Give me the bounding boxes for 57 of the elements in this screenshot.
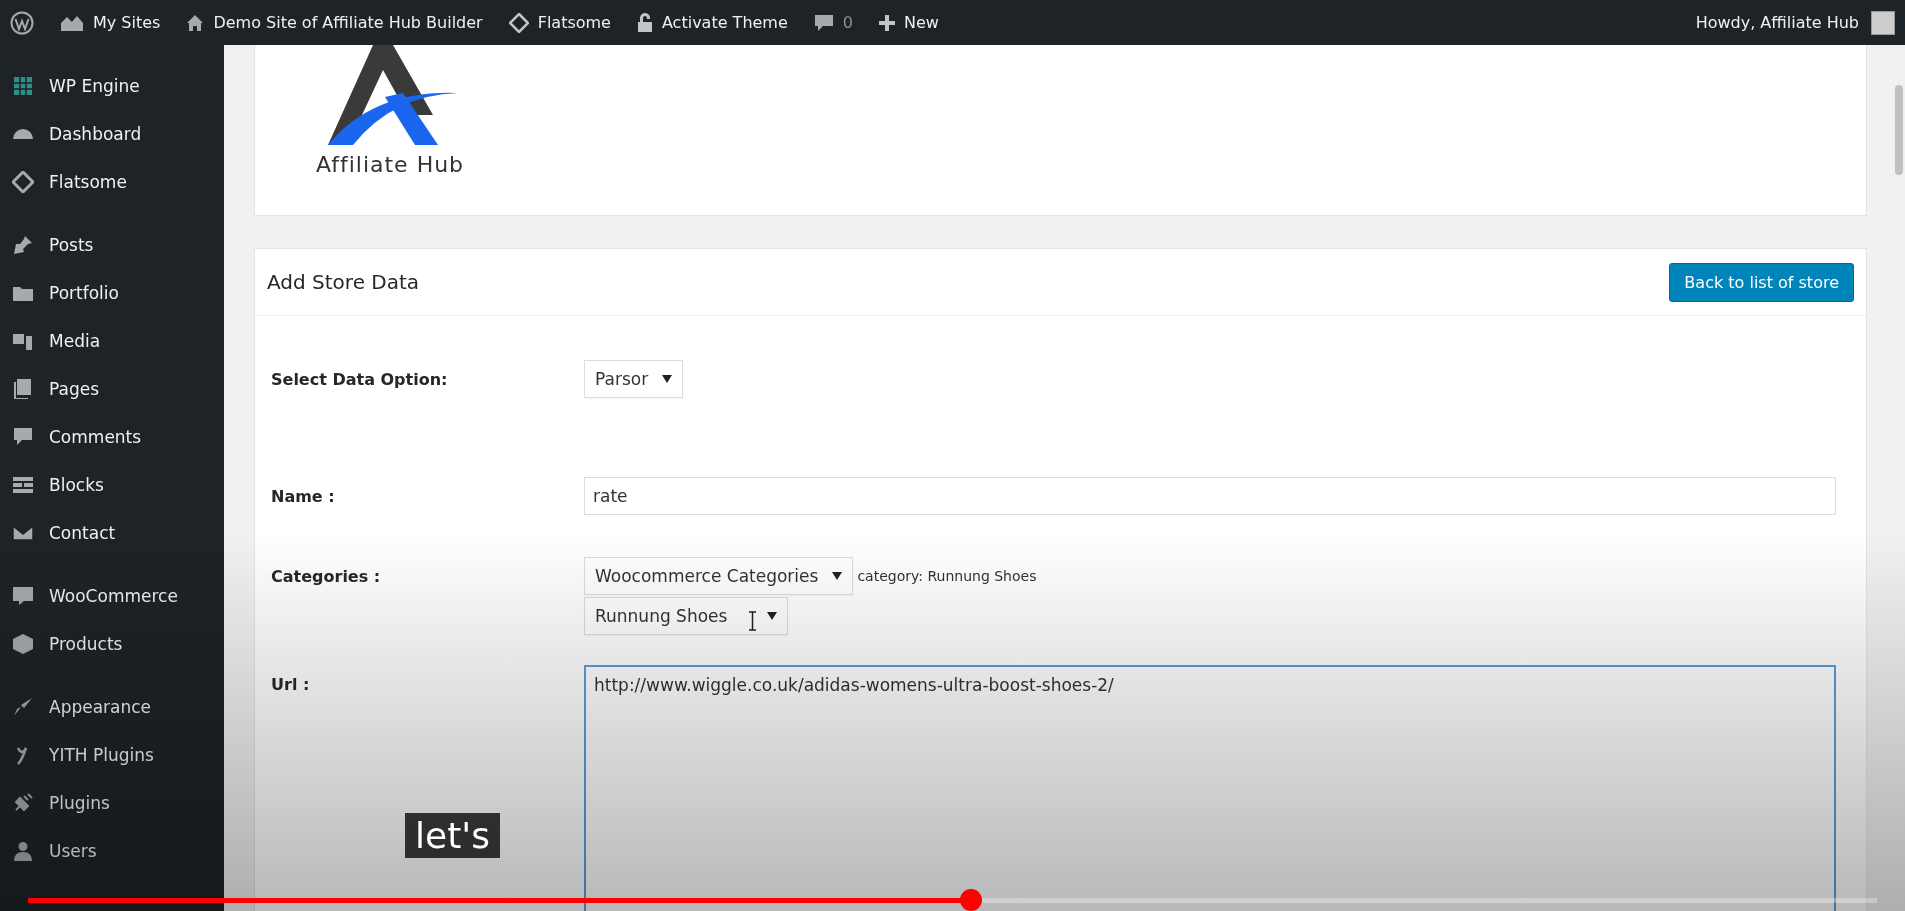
form-title: Add Store Data [267, 270, 420, 294]
diamond-icon [12, 171, 34, 193]
admin-bar-link[interactable]: New [879, 13, 939, 32]
admin-bar-link[interactable]: Activate Theme [636, 12, 788, 33]
video-caption: let's [405, 813, 500, 858]
sidebar-item[interactable]: Flatsome [0, 158, 224, 206]
account-link[interactable]: Howdy, Affiliate Hub [1695, 13, 1859, 32]
video-progress-bar[interactable] [28, 889, 1877, 911]
sidebar-item[interactable]: WP Engine [0, 62, 224, 110]
text-cursor-icon [748, 611, 758, 631]
sidebar-item[interactable]: YITH Plugins [0, 731, 224, 779]
select-dropdown[interactable]: Woocommerce Categories [584, 557, 854, 595]
lock-icon [636, 12, 653, 33]
url-textarea[interactable]: http://www.wiggle.co.uk/adidas-womens-ultra-boost-shoes-2/ [584, 665, 1836, 911]
avatar-icon[interactable] [1871, 10, 1895, 35]
admin-bar-link[interactable]: Demo Site of Affiliate Hub Builder [186, 13, 483, 32]
category-note: category: Runnung Shoes [857, 568, 1037, 584]
sidebar-item[interactable]: Appearance [0, 683, 224, 731]
select-dropdown[interactable]: Parsor [584, 360, 684, 398]
home-icon [186, 13, 205, 32]
speech-bubble-icon [12, 426, 34, 448]
sidebar-item[interactable]: Comments [0, 413, 224, 461]
field-label: Name : [271, 486, 336, 506]
sidebar-item[interactable]: Users [0, 827, 224, 875]
name-input[interactable]: rate [584, 477, 1836, 515]
logo-text: Affiliate Hub [315, 152, 465, 177]
plus-icon [879, 14, 895, 31]
sidebar-item[interactable]: Media [0, 317, 224, 365]
caret-icon [832, 572, 843, 580]
back-button[interactable]: Back to list of store [1669, 262, 1854, 302]
admin-bar-link[interactable]: Flatsome [508, 12, 611, 33]
caret-icon [767, 612, 778, 620]
sidebar-item[interactable]: Blocks [0, 461, 224, 509]
sidebar-item[interactable]: WooCommerce [0, 572, 224, 620]
sidebar-item[interactable]: Portfolio [0, 269, 224, 317]
diamond-icon [508, 12, 529, 33]
wordpress-logo-icon[interactable] [10, 10, 34, 35]
caret-icon [662, 375, 673, 383]
pages-icon [12, 378, 34, 400]
sidebar-item[interactable]: Pages [0, 365, 224, 413]
select-dropdown[interactable]: Runnung Shoes [584, 597, 789, 635]
sidebar-item[interactable]: Contact [0, 509, 224, 557]
person-icon [12, 840, 34, 862]
field-label: Url : [271, 674, 311, 694]
admin-bar-link[interactable]: My Sites [60, 13, 161, 32]
blocks-icon [12, 474, 34, 496]
sidebar-item[interactable]: Plugins [0, 779, 224, 827]
box-icon [12, 633, 34, 655]
sidebar-item[interactable]: Posts [0, 221, 224, 269]
speech-bubble-icon [813, 12, 834, 33]
comments-link[interactable]: 0 [813, 12, 853, 33]
field-label: Categories : [271, 566, 382, 586]
field-label: Select Data Option: [271, 369, 449, 389]
grid-icon [12, 75, 34, 97]
plug-icon [12, 792, 34, 814]
sidebar-item[interactable]: Products [0, 620, 224, 668]
sidebar-item[interactable]: Dashboard [0, 110, 224, 158]
